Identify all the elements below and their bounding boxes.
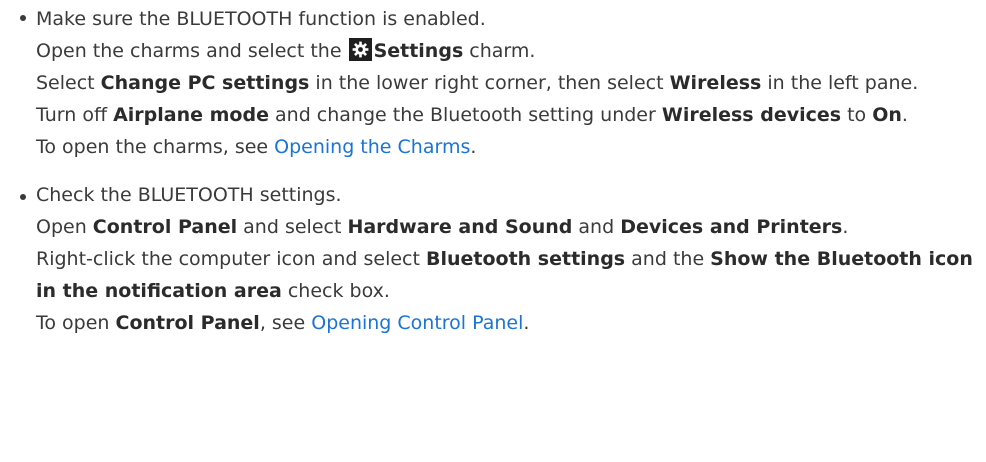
step-text: Make sure the BLUETOOTH function is enab… — [36, 3, 986, 35]
bold-term: Wireless devices — [661, 104, 842, 126]
bold-term: Change PC settings — [100, 72, 310, 94]
instruction-list: Make sure the BLUETOOTH function is enab… — [0, 0, 986, 339]
text: . — [523, 312, 530, 334]
text: and select — [237, 216, 348, 238]
text: . — [470, 136, 477, 158]
list-item-check-bluetooth-settings: Check the BLUETOOTH settings. Open Contr… — [0, 179, 986, 339]
text: . — [842, 216, 849, 238]
text: Turn off — [36, 104, 114, 126]
bold-term: Bluetooth settings — [425, 248, 626, 270]
text: charm. — [463, 40, 536, 62]
text: to — [841, 104, 873, 126]
bold-term: Wireless — [669, 72, 762, 94]
text: in the lower right corner, then select — [309, 72, 670, 94]
step-text: To open the charms, see Opening the Char… — [36, 131, 986, 163]
text: To open the charms, see — [36, 136, 275, 158]
text: Open the charms and select the — [36, 40, 348, 62]
bold-term: On — [872, 104, 902, 126]
opening-control-panel-link[interactable]: Opening Control Panel — [311, 312, 523, 334]
bold-term: Devices and Printers — [620, 216, 843, 238]
text: and — [572, 216, 621, 238]
text: and change the Bluetooth setting under — [268, 104, 662, 126]
step-text: Open Control Panel and select Hardware a… — [36, 211, 976, 243]
settings-label: Settings — [373, 40, 464, 62]
opening-the-charms-link[interactable]: Opening the Charms — [274, 136, 470, 158]
step-text: To open Control Panel, see Opening Contr… — [36, 307, 986, 339]
text: check box. — [281, 280, 390, 302]
step-text: Select Change PC settings in the lower r… — [36, 67, 976, 99]
step-summary: Make sure the BLUETOOTH function is enab… — [36, 8, 486, 30]
bold-term: Control Panel — [92, 216, 238, 238]
step-text: Right-click the computer icon and select… — [36, 243, 976, 307]
gear-icon — [348, 38, 372, 61]
step-summary: Check the BLUETOOTH settings. — [36, 184, 342, 206]
text: . — [901, 104, 908, 126]
bold-term: Airplane mode — [113, 104, 269, 126]
step-text: Check the BLUETOOTH settings. — [36, 179, 986, 211]
text: and the — [625, 248, 711, 270]
text: , see — [259, 312, 312, 334]
text: Open — [36, 216, 93, 238]
bold-term: Control Panel — [115, 312, 260, 334]
text: Select — [36, 72, 101, 94]
text: Right-click the computer icon and select — [36, 248, 426, 270]
text: To open — [36, 312, 116, 334]
text: in the left pane. — [761, 72, 919, 94]
step-text: Turn off Airplane mode and change the Bl… — [36, 99, 976, 131]
list-item-enable-bluetooth: Make sure the BLUETOOTH function is enab… — [0, 0, 986, 163]
step-text: Open the charms and select the Settings … — [36, 35, 986, 67]
bold-term: Hardware and Sound — [347, 216, 573, 238]
